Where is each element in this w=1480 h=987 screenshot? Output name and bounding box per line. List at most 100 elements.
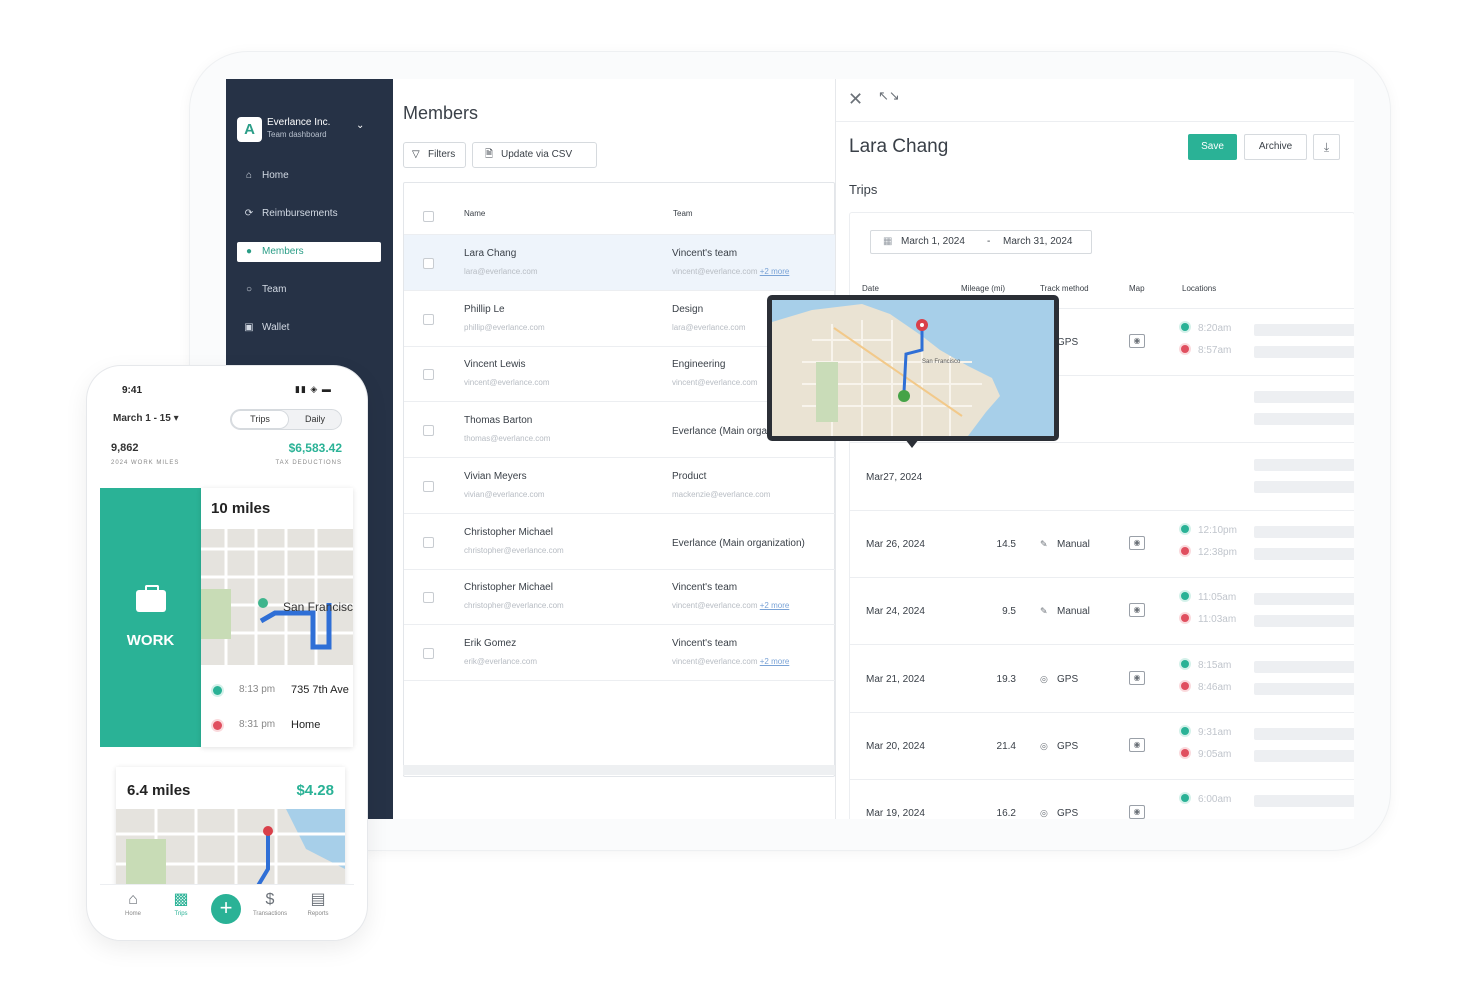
add-trip-button[interactable]: + [211,894,241,924]
map-popup-pointer [905,439,919,448]
end-address: Home [291,719,321,731]
column-header-locations: Locations [1182,284,1217,293]
horizontal-scrollbar[interactable] [403,765,835,775]
row-checkbox[interactable] [423,369,434,381]
date-range-picker[interactable]: ▦ March 1, 2024 - March 31, 2024 [870,230,1092,254]
column-header-mileage: Mileage (mi) [961,284,1006,293]
sidebar-item-reimbursements[interactable]: ⟳ Reimbursements [237,204,381,224]
column-header-method: Track method [1040,284,1089,293]
gps-icon: ◎ [1040,740,1048,751]
detail-toolbar: ✕ ↖↘ [836,79,1354,122]
table-row[interactable]: Christopher Michael christopher@everlance… [404,569,836,626]
dashboard-screen: A Everlance Inc. Team dashboard ⌄ ⌂ Home… [226,79,1354,819]
org-switcher[interactable]: A Everlance Inc. Team dashboard ⌄ [237,117,367,143]
trip-row[interactable]: Mar 20, 2024 21.4 ◎ GPS ◉ 9:31am 9:05am [850,713,1354,780]
member-name: Vivian Meyers [464,470,527,482]
table-row[interactable]: Vivian Meyers vivian@everlance.com Product… [404,458,836,514]
sidebar-item-team[interactable]: ○ Team [237,280,381,300]
member-team: Vincent's team [672,582,738,594]
start-time: 6:00am [1198,794,1232,806]
save-button[interactable]: Save [1188,134,1237,160]
nav-trips[interactable]: ▩ Trips [156,891,206,917]
row-checkbox[interactable] [423,480,434,492]
select-all-checkbox[interactable] [423,211,434,222]
period-selector[interactable]: March 1 - 15 ▾ [113,413,179,424]
team-email: mackenzie@everlance.com [672,490,770,499]
map-icon[interactable]: ◉ [1129,334,1145,348]
row-checkbox[interactable] [423,313,434,325]
trip-row[interactable]: Mar 26, 2024 14.5 ✎ Manual ◉ 12:10pm 12:38pm [850,511,1354,578]
calendar-icon: ▦ [883,236,893,247]
status-bar-time: 9:41 [122,385,143,396]
row-checkbox[interactable] [423,258,434,269]
trip-mileage: 9.5 [1002,606,1016,618]
row-checkbox[interactable] [423,647,434,659]
map-icon[interactable]: ◉ [1129,737,1145,752]
filter-icon: ▽ [412,149,420,160]
gps-icon: ◎ [1040,673,1048,684]
end-time: 9:05am [1198,748,1232,760]
nav-reports[interactable]: ▤ Reports [293,891,343,917]
close-icon[interactable]: ✕ [848,89,863,110]
start-location: 6:00am [1181,794,1231,805]
map-icon[interactable]: ◉ [1129,535,1145,550]
member-team: Product [672,470,707,482]
table-row[interactable]: Christopher Michael christopher@everlance… [404,514,836,570]
sidebar-item-label: Home [262,170,289,181]
row-checkbox[interactable] [423,536,434,548]
member-team: Design [672,303,704,315]
toggle-trips[interactable]: Trips [231,410,289,429]
person-icon: ● [245,246,253,257]
start-address-placeholder [1254,593,1354,606]
table-row[interactable]: Erik Gomez erik@everlance.com Vincent's te… [404,625,836,681]
member-email: thomas@everlance.com [464,434,551,444]
nav-label: Reports [307,911,329,917]
work-swipe-action[interactable]: WORK [100,488,201,747]
table-row[interactable]: Lara Chang lara@everlance.com Vincent's te… [404,235,836,291]
more-link[interactable]: +2 more [760,657,790,666]
trip-card[interactable]: 10 miles San Francisco 8:13 pm 735 7th A… [201,488,353,747]
trip-mileage: 21.4 [996,740,1016,752]
row-checkbox[interactable] [423,425,434,437]
member-name: Lara Chang [464,248,517,259]
start-time: 12:10pm [1198,524,1237,536]
map-icon[interactable]: ◉ [1129,805,1145,819]
everlance-logo: A [237,117,262,142]
download-icon[interactable]: ⤓ [1313,134,1340,160]
trip-row[interactable]: Mar 24, 2024 9.5 ✎ Manual ◉ 11:05am 11:03am [850,578,1354,646]
end-location: 12:38pm [1181,546,1237,558]
expand-icon[interactable]: ↖↘ [878,88,900,104]
row-checkbox[interactable] [423,592,434,604]
end-location: 11:03am [1181,614,1236,625]
member-team: Everlance (Main organization) [672,537,805,549]
trip-row[interactable]: Mar27, 2024 [850,444,1354,511]
chevron-down-icon: ⌄ [356,120,365,131]
team-email-text: vincent@everlance.com [672,656,758,666]
bottom-nav: ⌂ Home ▩ Trips + $ Transactions ▤ Report… [100,884,354,940]
end-location: 8:57am [1181,345,1231,356]
start-dot-icon [1181,794,1189,803]
map-icon[interactable]: ◉ [1129,670,1145,685]
sidebar-item-members[interactable]: ● Members [237,242,381,262]
home-icon: ⌂ [245,170,253,181]
archive-button[interactable]: Archive [1244,134,1307,160]
toggle-daily[interactable]: Daily [289,410,341,429]
trip-row[interactable]: Mar 19, 2024 16.2 ◎ GPS ◉ 6:00am [850,780,1354,819]
signal-wifi-battery-icon: ▮▮ ◈ ▬ [295,384,332,394]
filters-button[interactable]: ▽ Filters [403,142,466,168]
end-address-placeholder [1254,682,1354,695]
trip-row[interactable]: Mar 21, 2024 19.3 ◎ GPS ◉ 8:15am 8:46am [850,646,1354,713]
more-link[interactable]: +2 more [760,267,790,276]
update-csv-label: Update via CSV [501,149,573,160]
update-csv-button[interactable]: 🗎 Update via CSV [472,142,597,168]
nav-home[interactable]: ⌂ Home [108,891,158,917]
sidebar-item-wallet[interactable]: ▣ Wallet [237,318,381,338]
nav-transactions[interactable]: $ Transactions [245,891,295,917]
map-icon[interactable]: ◉ [1129,603,1145,618]
org-subtitle: Team dashboard [267,130,327,139]
start-time: 11:05am [1198,592,1237,604]
start-location: 8:20am [1181,323,1231,334]
more-link[interactable]: +2 more [760,601,790,610]
sidebar-item-home[interactable]: ⌂ Home [237,166,381,186]
sidebar-item-label: Wallet [262,322,290,333]
